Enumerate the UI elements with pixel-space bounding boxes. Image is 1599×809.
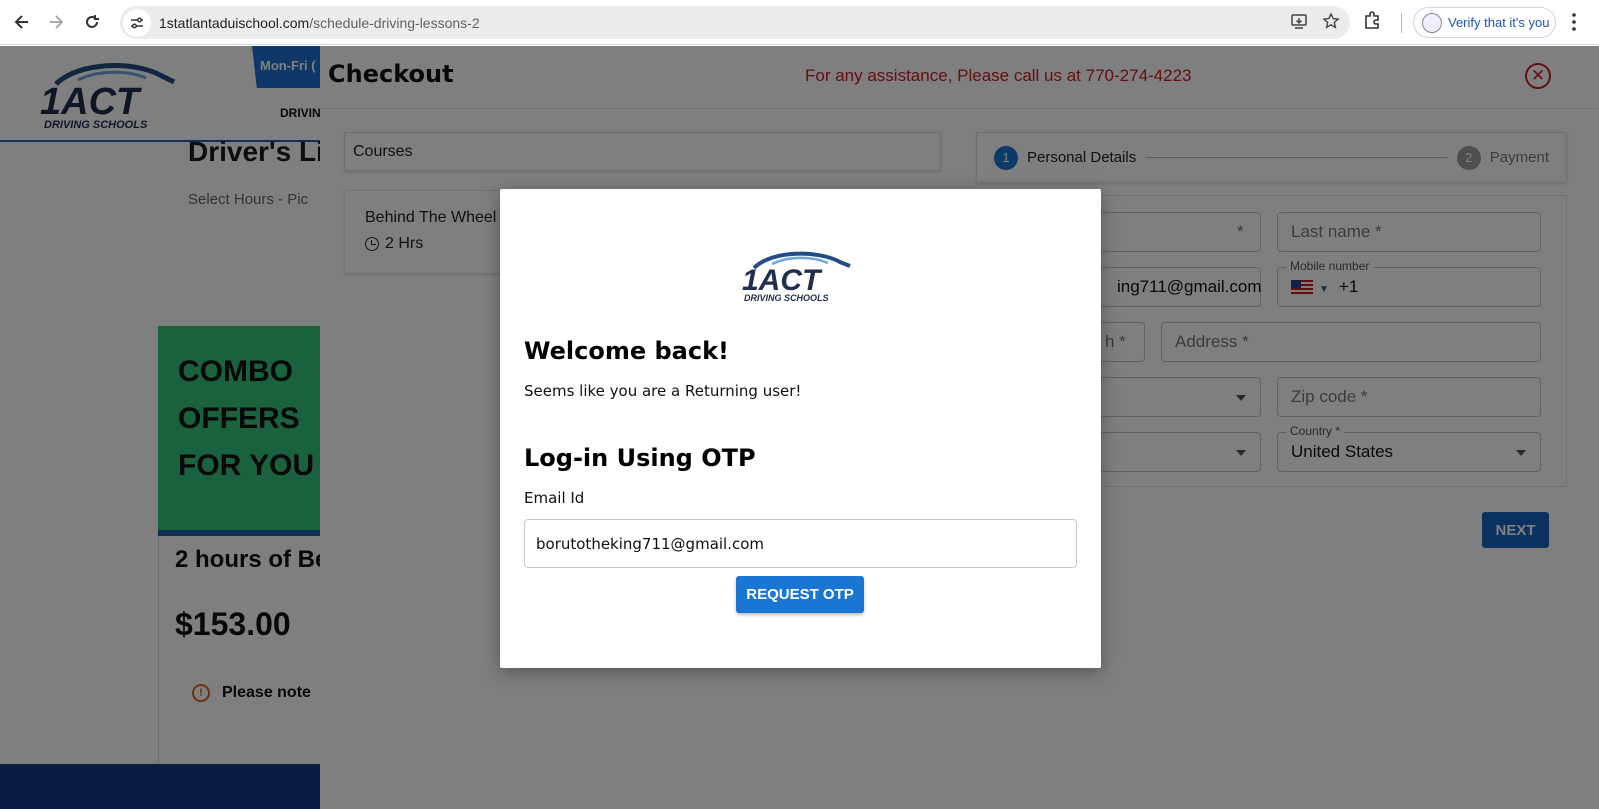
- install-icon[interactable]: [1290, 12, 1308, 34]
- url-text[interactable]: 1statlantaduischool.com/schedule-driving…: [159, 15, 480, 31]
- menu-icon[interactable]: [1571, 12, 1577, 36]
- reload-icon[interactable]: [74, 4, 110, 40]
- profile-chip-label: Verify that it's you: [1448, 15, 1550, 30]
- svg-text:DRIVING SCHOOLS: DRIVING SCHOOLS: [744, 293, 829, 302]
- profile-verify-chip[interactable]: Verify that it's you: [1413, 7, 1556, 38]
- welcome-heading: Welcome back!: [524, 337, 729, 365]
- url-host: 1statlantaduischool.com: [159, 14, 310, 31]
- forward-icon[interactable]: [38, 4, 74, 40]
- login-otp-heading: Log-in Using OTP: [524, 444, 756, 472]
- address-bar[interactable]: 1statlantaduischool.com/schedule-driving…: [120, 6, 1350, 39]
- returning-user-modal: 1ACT DRIVING SCHOOLS Welcome back! Seems…: [500, 189, 1101, 668]
- star-icon[interactable]: [1322, 12, 1340, 34]
- returning-user-text: Seems like you are a Returning user!: [524, 382, 802, 400]
- email-label: Email Id: [524, 489, 585, 507]
- extensions-icon[interactable]: [1362, 10, 1382, 34]
- browser-toolbar: 1statlantaduischool.com/schedule-driving…: [0, 0, 1599, 45]
- request-otp-button[interactable]: REQUEST OTP: [736, 576, 864, 613]
- modal-logo: 1ACT DRIVING SCHOOLS: [740, 248, 856, 306]
- toolbar-separator: [1401, 13, 1402, 33]
- url-path: /schedule-driving-lessons-2: [309, 14, 480, 31]
- back-icon[interactable]: [4, 4, 40, 40]
- email-input[interactable]: [524, 519, 1077, 568]
- site-info-icon[interactable]: [123, 8, 151, 37]
- avatar-icon: [1422, 12, 1442, 33]
